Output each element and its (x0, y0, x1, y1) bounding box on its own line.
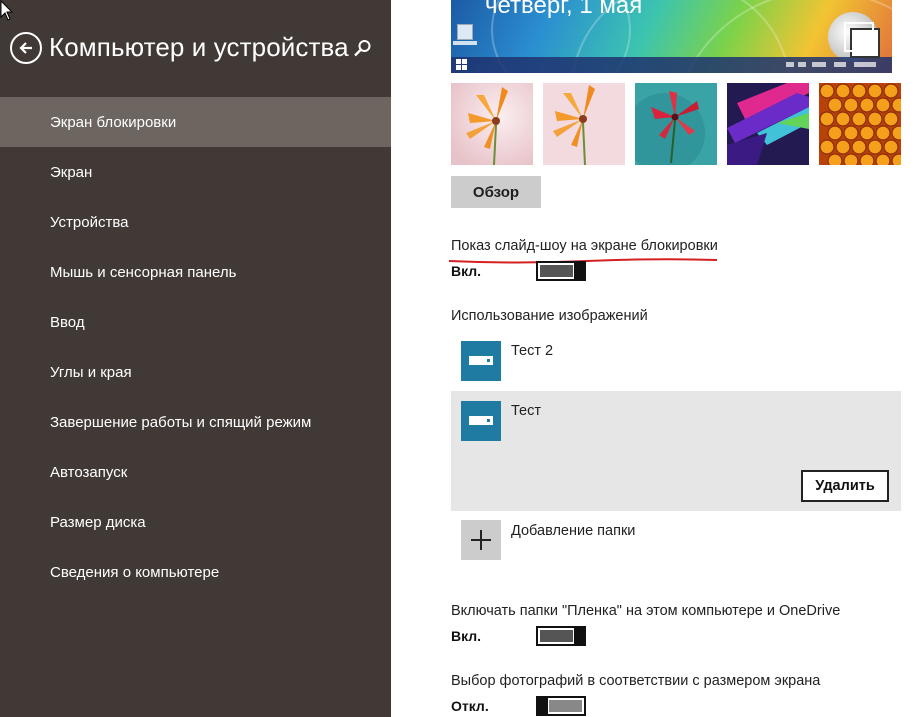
sidebar-nav: Экран блокировки Экран Устройства Мышь и… (0, 97, 391, 597)
desktop-icon-label (453, 41, 477, 45)
folder-name: Тест 2 (511, 343, 554, 359)
slideshow-toggle[interactable] (536, 261, 586, 281)
camera-roll-toggle-row: Вкл. (451, 626, 651, 646)
thumbnail-geometric-ribbons[interactable] (727, 83, 809, 165)
images-section-label: Использование изображений (451, 308, 648, 324)
sidebar-item-devices[interactable]: Устройства (0, 197, 391, 247)
folder-icon (461, 401, 501, 441)
folder-name: Тест (511, 403, 541, 419)
back-arrow-icon (19, 42, 32, 54)
fit-screen-label: Выбор фотографий в соответствии с размер… (451, 673, 821, 689)
folder-icon (461, 341, 501, 381)
folder-item-test-2[interactable]: Тест 2 (451, 331, 901, 391)
sidebar-item-corners-edges[interactable]: Углы и края (0, 347, 391, 397)
sidebar-item-label: Сведения о компьютере (50, 563, 220, 581)
toggle-track (540, 265, 573, 277)
browse-button[interactable]: Обзор (451, 176, 541, 208)
settings-header: Компьютер и устройства (0, 28, 391, 68)
sidebar-item-power-sleep[interactable]: Завершение работы и спящий режим (0, 397, 391, 447)
slideshow-label: Показ слайд-шоу на экране блокировки (451, 238, 718, 254)
thumbnail-flower-red-teal[interactable] (635, 83, 717, 165)
slideshow-toggle-row: Вкл. (451, 261, 651, 281)
toggle-knob (536, 696, 548, 716)
camera-roll-label: Включать папки "Пленка" на этом компьюте… (451, 603, 841, 619)
lock-screen-preview: четверг, 1 мая (451, 0, 892, 73)
page-title: Компьютер и устройства (49, 32, 349, 62)
window-restore-icon (844, 22, 880, 58)
recycle-bin-icon (457, 24, 473, 40)
thumbnail-flower-pink-2[interactable] (543, 83, 625, 165)
mouse-pointer-icon (0, 0, 14, 21)
camera-roll-toggle[interactable] (536, 626, 586, 646)
toggle-track (540, 630, 573, 642)
sidebar-item-autoplay[interactable]: Автозапуск (0, 447, 391, 497)
sidebar-item-label: Экран блокировки (50, 113, 177, 131)
sidebar-item-typing[interactable]: Ввод (0, 297, 391, 347)
search-icon[interactable] (352, 37, 374, 59)
preview-date: четверг, 1 мая (485, 0, 643, 19)
sidebar-item-label: Мышь и сенсорная панель (50, 263, 237, 281)
windows-start-icon (456, 59, 467, 70)
sidebar-item-display[interactable]: Экран (0, 147, 391, 197)
fit-screen-toggle[interactable] (536, 696, 586, 716)
sidebar-item-label: Завершение работы и спящий режим (50, 413, 312, 431)
background-thumbnails (451, 83, 901, 165)
sidebar-item-label: Углы и края (50, 363, 132, 381)
delete-folder-button[interactable]: Удалить (801, 470, 889, 502)
content-pane: четверг, 1 мая Обзор Показ слайд-шоу на … (391, 0, 922, 717)
add-folder-label[interactable]: Добавление папки (511, 523, 635, 539)
thumbnail-flower-pink[interactable] (451, 83, 533, 165)
sidebar-item-label: Экран (50, 163, 93, 181)
sidebar-item-label: Ввод (50, 313, 85, 331)
camera-roll-toggle-state: Вкл. (451, 628, 482, 644)
system-tray (782, 57, 892, 73)
plus-icon[interactable] (461, 520, 501, 560)
sidebar-item-label: Автозапуск (50, 463, 128, 481)
sidebar-item-lock-screen[interactable]: Экран блокировки (0, 97, 391, 147)
toggle-track (549, 700, 582, 712)
toggle-knob (574, 626, 586, 646)
sidebar-item-pc-info[interactable]: Сведения о компьютере (0, 547, 391, 597)
slideshow-toggle-state: Вкл. (451, 263, 482, 279)
thumbnail-honeycomb[interactable] (819, 83, 901, 165)
sidebar-item-label: Устройства (50, 213, 129, 231)
toggle-knob (574, 261, 586, 281)
back-button[interactable] (10, 32, 42, 64)
sidebar-item-label: Размер диска (50, 513, 146, 531)
sidebar: Компьютер и устройства Экран блокировки … (0, 0, 391, 717)
fit-screen-toggle-row: Откл. (451, 696, 651, 716)
preview-taskbar (451, 57, 892, 73)
sidebar-item-mouse-touchpad[interactable]: Мышь и сенсорная панель (0, 247, 391, 297)
fit-screen-toggle-state: Откл. (451, 698, 489, 714)
sidebar-item-disk-space[interactable]: Размер диска (0, 497, 391, 547)
